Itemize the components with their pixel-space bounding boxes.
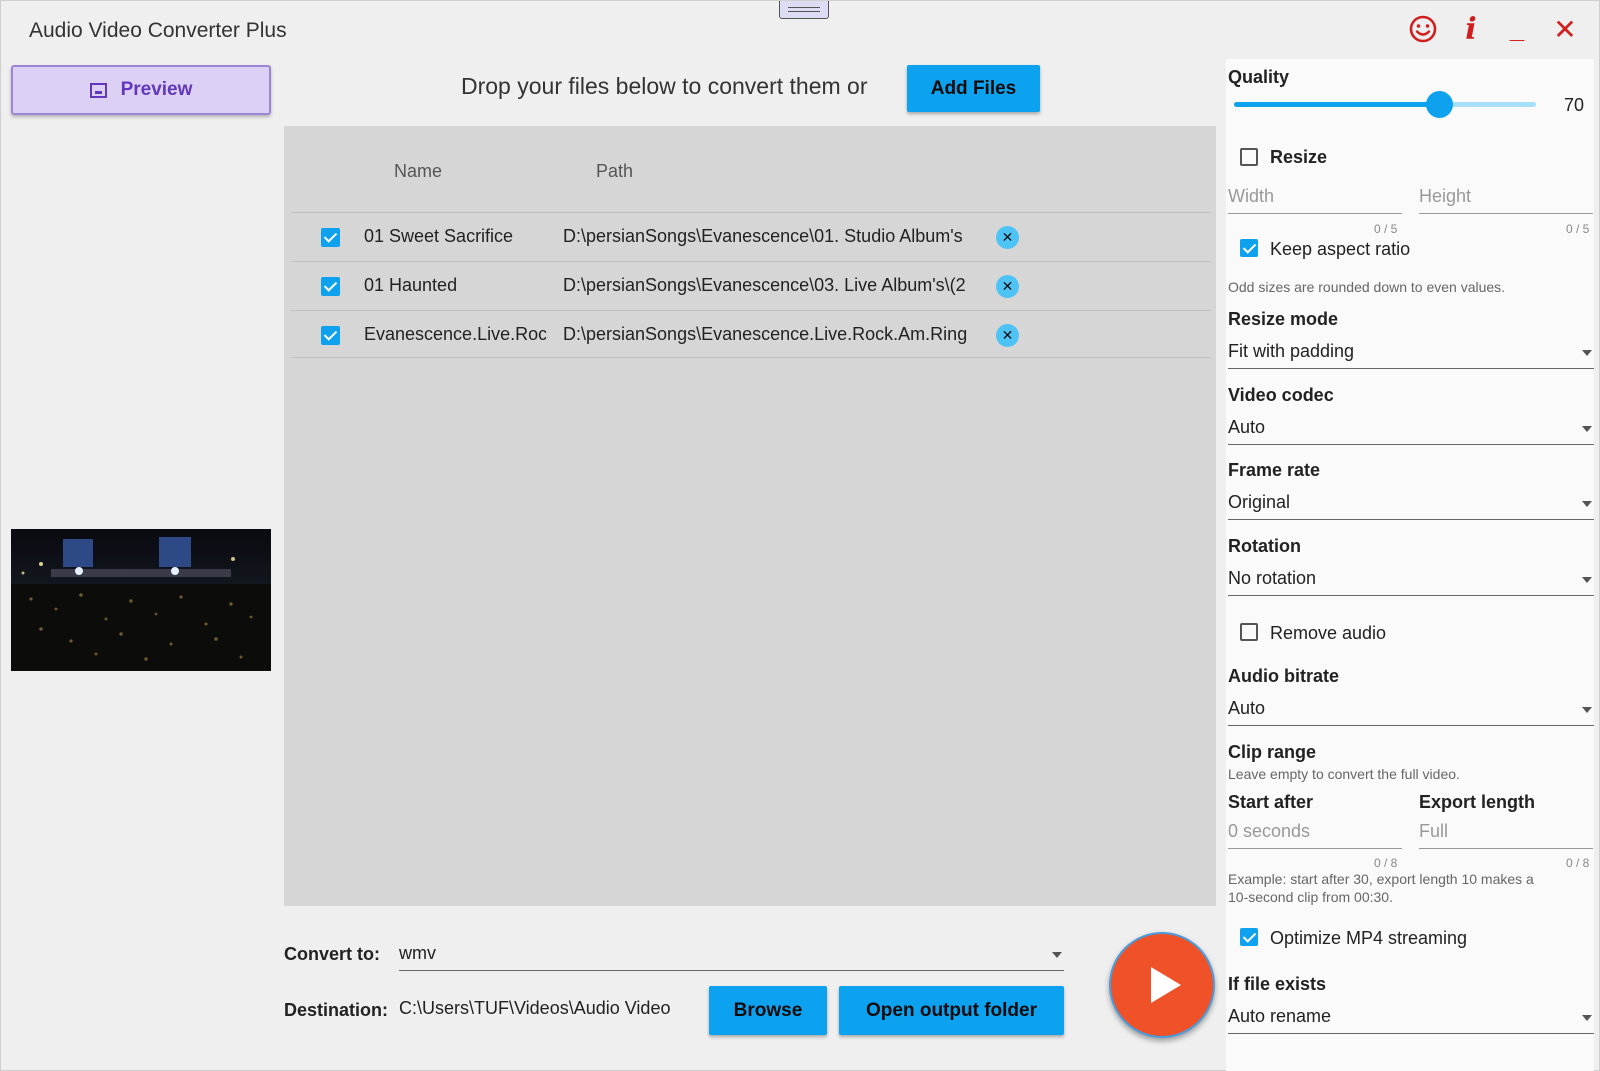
- start-after-placeholder: 0 seconds: [1228, 821, 1311, 841]
- file-name: Evanescence.Live.Roc: [364, 324, 546, 344]
- destination-label: Destination:: [284, 1000, 389, 1020]
- keep-aspect-ratio-label: Keep aspect ratio: [1270, 239, 1411, 259]
- remove-file-icon[interactable]: ✕: [996, 226, 1019, 249]
- start-after-label: Start after: [1228, 792, 1314, 812]
- start-after-char-count: 0 / 8: [1374, 856, 1398, 870]
- video-codec-value: Auto: [1228, 417, 1266, 437]
- column-header-path[interactable]: Path: [596, 161, 633, 182]
- close-icon[interactable]: ✕: [1545, 9, 1585, 49]
- remove-file-icon[interactable]: ✕: [996, 324, 1019, 347]
- optimize-mp4-label: Optimize MP4 streaming: [1270, 928, 1468, 948]
- quality-slider-fill: [1234, 102, 1440, 107]
- destination-path: C:\Users\TUF\Videos\Audio Video: [399, 998, 671, 1018]
- drop-instructions: Drop your files below to convert them or: [461, 73, 868, 99]
- left-panel: Preview: [1, 59, 281, 1071]
- convert-play-button[interactable]: [1109, 932, 1215, 1038]
- remove-audio-checkbox[interactable]: [1240, 623, 1258, 641]
- chevron-down-icon: [1582, 1015, 1592, 1021]
- keep-aspect-ratio-checkbox[interactable]: [1240, 239, 1258, 257]
- app-title: Audio Video Converter Plus: [29, 19, 287, 42]
- chevron-down-icon: [1582, 350, 1592, 356]
- frame-rate-select[interactable]: Original: [1228, 484, 1594, 520]
- start-after-input[interactable]: 0 seconds: [1228, 815, 1402, 849]
- open-output-folder-button[interactable]: Open output folder: [839, 986, 1064, 1035]
- row-checkbox[interactable]: [321, 326, 340, 345]
- file-path: D:\persianSongs\Evanescence.Live.Rock.Am…: [563, 324, 968, 344]
- remove-file-icon[interactable]: ✕: [996, 275, 1019, 298]
- drag-handle-icon[interactable]: [779, 1, 829, 19]
- audio-bitrate-label: Audio bitrate: [1228, 666, 1339, 686]
- resize-mode-value: Fit with padding: [1228, 341, 1355, 361]
- audio-bitrate-select[interactable]: Auto: [1228, 690, 1594, 726]
- width-input[interactable]: Width: [1228, 181, 1402, 214]
- table-row[interactable]: 01 Sweet Sacrifice D:\persianSongs\Evane…: [291, 212, 1211, 260]
- rotation-select[interactable]: No rotation: [1228, 560, 1594, 596]
- quality-label: Quality: [1228, 67, 1290, 87]
- odd-sizes-hint: Odd sizes are rounded down to even value…: [1228, 279, 1506, 295]
- preview-button[interactable]: Preview: [11, 65, 271, 115]
- file-path: D:\persianSongs\Evanescence\03. Live Alb…: [563, 275, 966, 295]
- chevron-down-icon: [1052, 952, 1062, 958]
- video-thumbnail: [11, 529, 271, 671]
- info-icon[interactable]: i: [1451, 9, 1491, 49]
- add-files-button[interactable]: Add Files: [907, 65, 1040, 112]
- chevron-down-icon: [1582, 426, 1592, 432]
- remove-audio-label: Remove audio: [1270, 623, 1387, 643]
- quality-value: 70: [1564, 95, 1585, 115]
- format-select[interactable]: wmv: [399, 936, 1064, 971]
- optimize-mp4-checkbox[interactable]: [1240, 928, 1258, 946]
- resize-mode-label: Resize mode: [1228, 309, 1339, 329]
- image-icon: [89, 82, 107, 98]
- height-input[interactable]: Height: [1419, 181, 1593, 214]
- export-length-placeholder: Full: [1419, 821, 1449, 841]
- preview-label: Preview: [120, 79, 193, 100]
- play-icon: [1151, 967, 1181, 1003]
- convert-to-label: Convert to:: [284, 944, 380, 964]
- rotation-label: Rotation: [1228, 536, 1301, 556]
- row-checkbox[interactable]: [321, 277, 340, 296]
- export-length-char-count: 0 / 8: [1566, 856, 1590, 870]
- file-list[interactable]: Name Path 01 Sweet Sacrifice D:\persianS…: [284, 126, 1216, 906]
- rotation-value: No rotation: [1228, 568, 1317, 588]
- table-row[interactable]: Evanescence.Live.Roc D:\persianSongs\Eva…: [291, 310, 1211, 358]
- if-file-exists-value: Auto rename: [1228, 1006, 1332, 1026]
- file-name: 01 Haunted: [364, 275, 458, 295]
- clip-example-line2: 10-second clip from 00:30.: [1228, 889, 1393, 905]
- frame-rate-value: Original: [1228, 492, 1291, 512]
- video-codec-select[interactable]: Auto: [1228, 409, 1594, 445]
- audio-bitrate-value: Auto: [1228, 698, 1266, 718]
- title-bar: Audio Video Converter Plus i _ ✕: [1, 1, 1600, 59]
- width-placeholder: Width: [1228, 186, 1275, 206]
- if-file-exists-select[interactable]: Auto rename: [1228, 998, 1594, 1034]
- resize-checkbox[interactable]: [1240, 148, 1258, 166]
- chevron-down-icon: [1582, 577, 1592, 583]
- clip-example-line1: Example: start after 30, export length 1…: [1228, 871, 1534, 887]
- resize-mode-select[interactable]: Fit with padding: [1228, 333, 1594, 369]
- export-length-input[interactable]: Full: [1419, 815, 1593, 849]
- column-header-name[interactable]: Name: [394, 161, 442, 182]
- width-char-count: 0 / 5: [1374, 222, 1398, 236]
- minimize-icon[interactable]: _: [1497, 9, 1537, 49]
- quality-slider-thumb[interactable]: [1426, 91, 1454, 118]
- smiley-icon[interactable]: [1403, 9, 1443, 49]
- video-codec-label: Video codec: [1228, 385, 1334, 405]
- row-checkbox[interactable]: [321, 228, 340, 247]
- browse-button[interactable]: Browse: [709, 986, 827, 1035]
- clip-range-hint: Leave empty to convert the full video.: [1228, 766, 1460, 782]
- table-row[interactable]: 01 Haunted D:\persianSongs\Evanescence\0…: [291, 261, 1211, 309]
- export-length-label: Export length: [1419, 792, 1535, 812]
- clip-range-label: Clip range: [1228, 742, 1317, 762]
- height-char-count: 0 / 5: [1566, 222, 1590, 236]
- chevron-down-icon: [1582, 707, 1592, 713]
- format-value: wmv: [399, 943, 436, 963]
- resize-label: Resize: [1270, 147, 1328, 167]
- chevron-down-icon: [1582, 501, 1592, 507]
- file-path: D:\persianSongs\Evanescence\01. Studio A…: [563, 226, 963, 246]
- file-name: 01 Sweet Sacrifice: [364, 226, 514, 246]
- frame-rate-label: Frame rate: [1228, 460, 1321, 480]
- if-file-exists-label: If file exists: [1228, 974, 1327, 994]
- settings-panel[interactable]: Quality 70 Resize Width Height 0 / 5 0 /…: [1226, 59, 1594, 1071]
- height-placeholder: Height: [1419, 186, 1472, 206]
- quality-slider[interactable]: [1234, 91, 1536, 118]
